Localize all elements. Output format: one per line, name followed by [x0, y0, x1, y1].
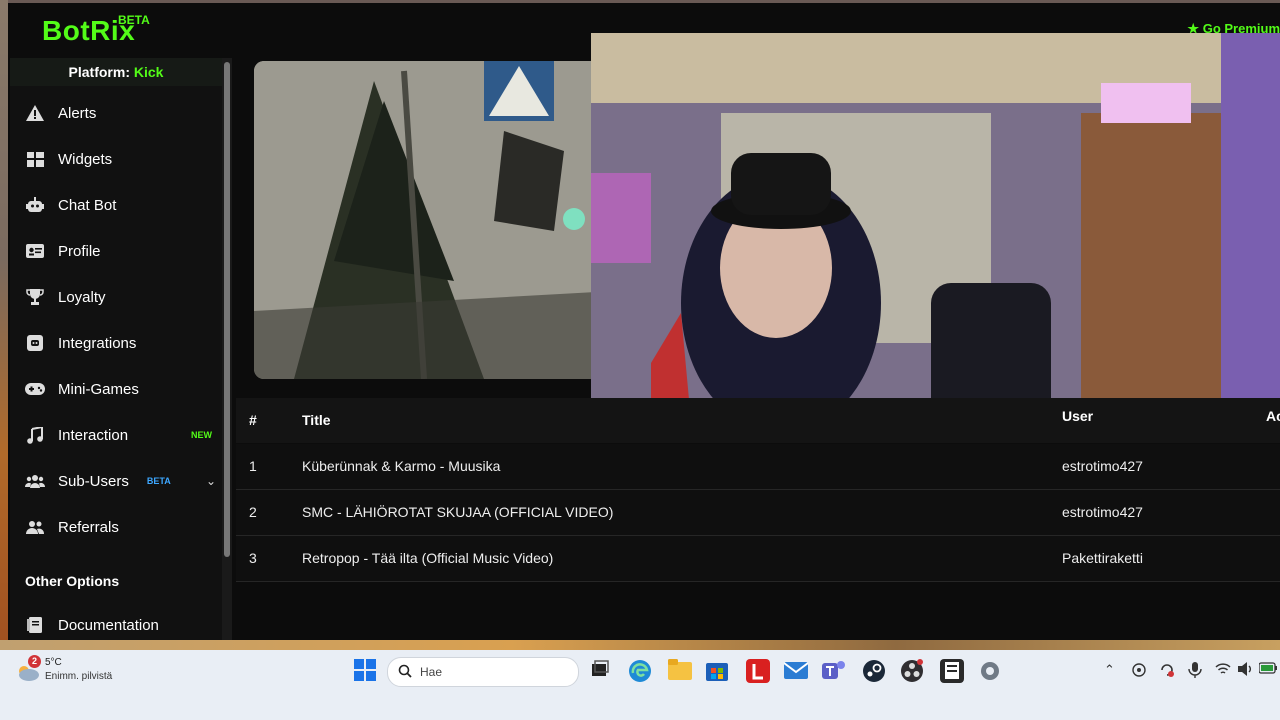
platform-label: Platform: — [68, 64, 130, 80]
sidebar-item-integrations[interactable]: Integrations — [22, 323, 222, 363]
table-row[interactable]: 1 Küberünnak & Karmo - Muusika estrotimo… — [236, 444, 1280, 490]
beta-badge: BETA — [146, 476, 171, 486]
new-badge: NEW — [191, 430, 212, 440]
id-card-icon — [22, 241, 48, 261]
logo-beta-badge: BETA — [118, 13, 150, 27]
platform-value: Kick — [133, 64, 164, 80]
gamepad-icon — [22, 379, 48, 399]
platform-selector[interactable]: Platform: Kick — [10, 58, 222, 86]
sidebar-scrollbar[interactable] — [222, 58, 232, 640]
chevron-up-icon[interactable]: ⌃ — [1104, 662, 1115, 678]
sidebar-item-label: Referrals — [58, 518, 119, 536]
epic-games-icon[interactable] — [940, 659, 964, 683]
webcam-image — [591, 33, 1280, 421]
update-icon[interactable] — [1159, 662, 1175, 681]
sidebar-item-label: Alerts — [58, 104, 97, 122]
sidebar-item-interaction[interactable]: Interaction NEW — [22, 415, 222, 455]
app-l-icon[interactable] — [746, 659, 770, 683]
battery-icon[interactable] — [1258, 662, 1277, 677]
row-user: estrotimo427 — [1062, 504, 1143, 520]
table-header: # Title User Ac — [236, 398, 1280, 443]
music-icon — [22, 425, 48, 445]
row-title: Küberünnak & Karmo - Muusika — [302, 458, 501, 474]
sidebar-item-label: Mini-Games — [58, 380, 139, 398]
sidebar-item-documentation[interactable]: Documentation — [22, 605, 222, 640]
chevron-down-icon[interactable]: ⌄ — [206, 474, 216, 488]
row-number: 2 — [249, 504, 257, 520]
sidebar-item-referrals[interactable]: Referrals — [22, 507, 222, 547]
header-number: # — [249, 412, 257, 428]
robot-icon — [22, 195, 48, 215]
store-icon[interactable] — [706, 659, 730, 683]
network-sync-icon[interactable] — [1131, 662, 1147, 681]
botrix-window: BotRix BETA ★ Go Premium Platform: Kick … — [10, 3, 1280, 640]
widgets-icon — [22, 149, 48, 169]
sidebar-item-chat-bot[interactable]: Chat Bot — [22, 185, 222, 225]
search-icon — [398, 664, 412, 683]
header-title: Title — [302, 412, 331, 428]
weather-badge: 2 — [28, 655, 41, 668]
wifi-icon[interactable] — [1215, 662, 1231, 678]
teams-icon[interactable] — [822, 659, 846, 683]
mail-icon[interactable] — [783, 659, 809, 683]
row-title: Retropop - Tää ilta (Official Music Vide… — [302, 550, 554, 566]
header-actions: Ac — [1266, 408, 1280, 424]
sidebar-item-label: Integrations — [58, 334, 137, 352]
sidebar-item-label: Sub-Users — [58, 472, 129, 490]
row-number: 3 — [249, 550, 257, 566]
weather-widget[interactable]: 2 5°C Enimm. pilvistä — [16, 655, 136, 691]
sidebar-item-label: Profile — [58, 242, 101, 260]
windows-start-icon[interactable] — [354, 659, 378, 683]
sidebar-item-label: Widgets — [58, 150, 113, 168]
user-friends-icon — [22, 517, 48, 537]
sidebar-item-profile[interactable]: Profile — [22, 231, 222, 271]
edge-browser-icon[interactable] — [628, 659, 652, 683]
document-icon — [22, 615, 48, 635]
task-view-icon[interactable] — [590, 659, 614, 683]
row-user: estrotimo427 — [1062, 458, 1143, 474]
table-row[interactable]: 3 Retropop - Tää ilta (Official Music Vi… — [236, 536, 1280, 582]
users-icon — [22, 471, 48, 491]
sidebar-item-label: Interaction — [58, 426, 129, 444]
windows-taskbar: 2 5°C Enimm. pilvistä Hae ⌃ — [0, 650, 1280, 720]
sidebar-item-label: Chat Bot — [58, 196, 117, 214]
scrollbar-thumb[interactable] — [224, 62, 230, 557]
warning-icon — [22, 103, 48, 123]
microphone-icon[interactable] — [1188, 662, 1202, 681]
header-user: User — [1062, 408, 1094, 424]
table-row[interactable]: 2 SMC - LÄHIÖROTAT SKUJAA (OFFICIAL VIDE… — [236, 490, 1280, 536]
search-placeholder: Hae — [420, 665, 443, 679]
obs-icon[interactable] — [900, 659, 924, 683]
sidebar: Platform: Kick Alerts Widgets Chat Bot P… — [10, 58, 222, 640]
weather-temp: 5°C — [45, 657, 62, 668]
desktop-edge-left — [0, 0, 8, 648]
sidebar-item-label: Loyalty — [58, 288, 106, 306]
row-number: 1 — [249, 458, 257, 474]
sidebar-item-loyalty[interactable]: Loyalty — [22, 277, 222, 317]
file-explorer-icon[interactable] — [668, 659, 692, 683]
settings-gear-icon[interactable] — [978, 659, 1002, 683]
weather-desc: Enimm. pilvistä — [45, 671, 113, 682]
trophy-icon — [22, 287, 48, 307]
row-user: Pakettiraketti — [1062, 550, 1143, 566]
sidebar-item-sub-users[interactable]: Sub-Users BETA ⌄ — [22, 461, 222, 501]
sidebar-item-label: Documentation — [58, 616, 159, 634]
video-player[interactable] — [254, 61, 614, 379]
video-frame-image — [254, 61, 614, 379]
steam-icon[interactable] — [862, 659, 886, 683]
desktop-wallpaper-strip — [0, 640, 1280, 650]
discord-icon — [22, 333, 48, 353]
taskbar-search[interactable]: Hae — [387, 657, 579, 687]
sidebar-item-mini-games[interactable]: Mini-Games — [22, 369, 222, 409]
webcam-overlay — [591, 33, 1280, 421]
sidebar-item-widgets[interactable]: Widgets — [22, 139, 222, 179]
volume-icon[interactable] — [1238, 662, 1254, 679]
other-options-title: Other Options — [25, 573, 120, 589]
row-title: SMC - LÄHIÖROTAT SKUJAA (OFFICIAL VIDEO) — [302, 504, 614, 520]
sidebar-item-alerts[interactable]: Alerts — [22, 93, 222, 133]
